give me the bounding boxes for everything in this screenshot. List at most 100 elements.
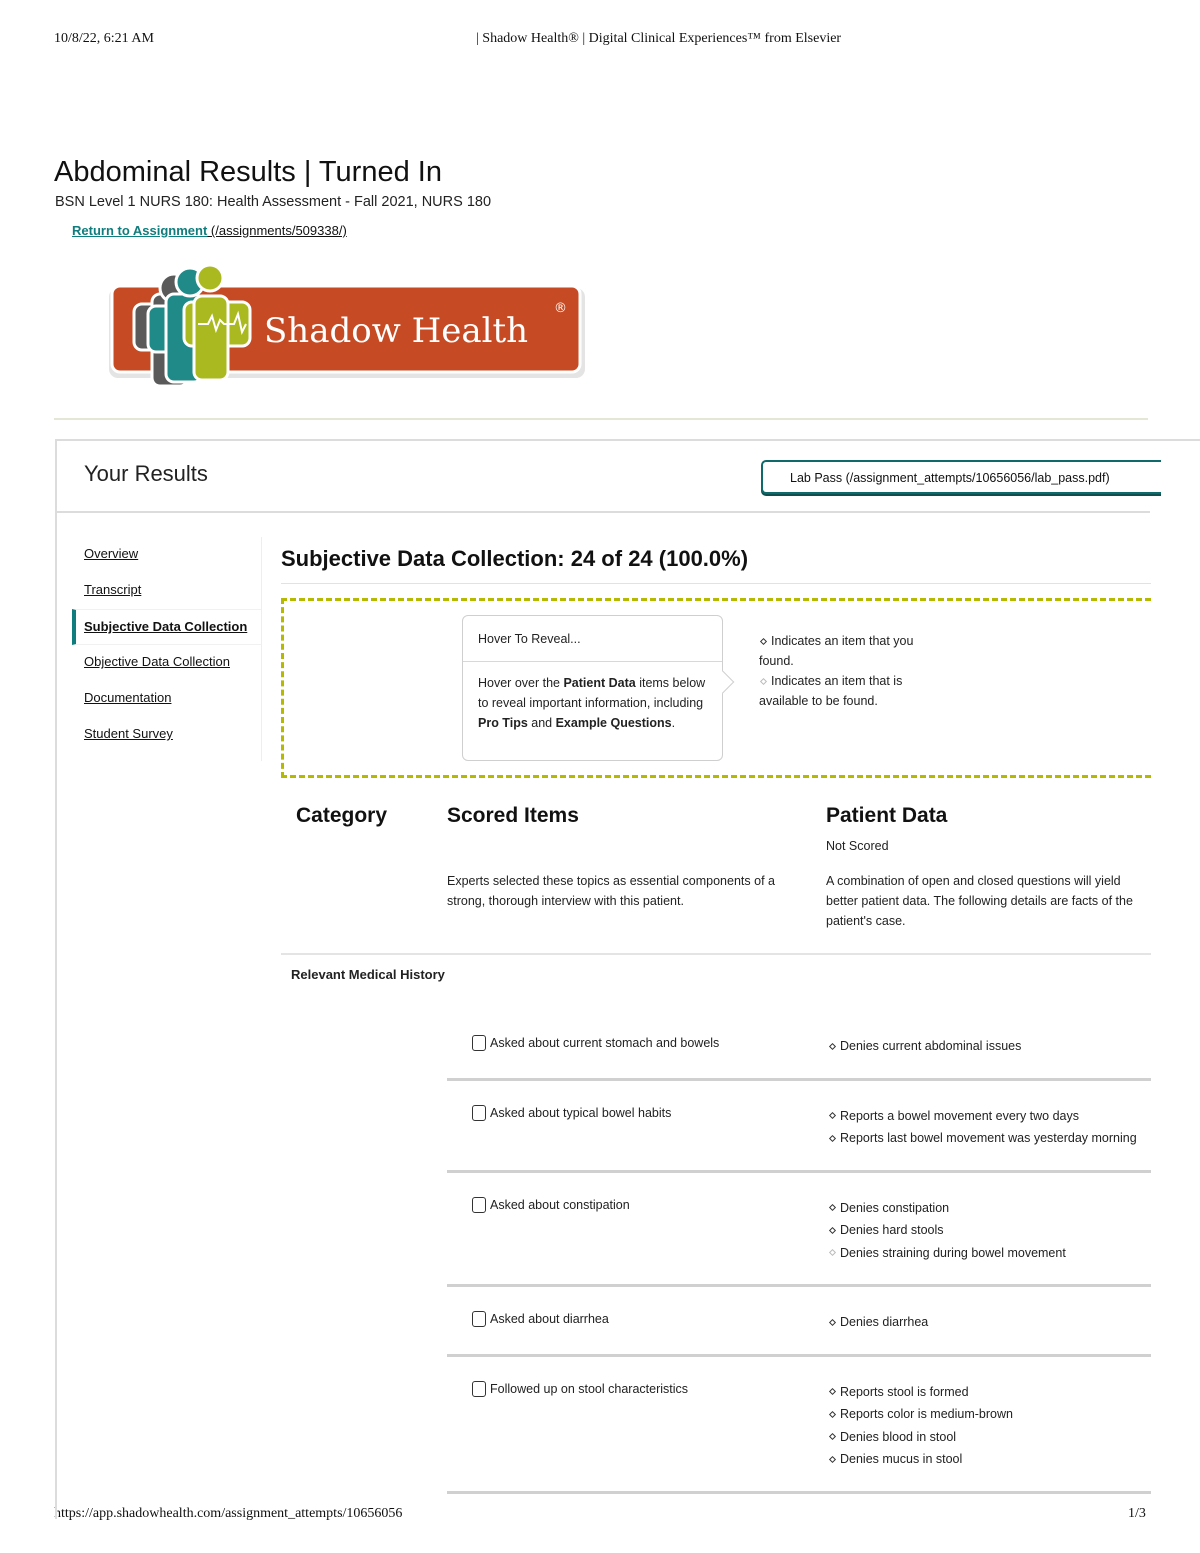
- checkbox-icon: [472, 1380, 486, 1397]
- patient-data-list: Denies diarrhea: [828, 1311, 1151, 1334]
- patient-data-item[interactable]: Denies hard stools: [828, 1219, 1151, 1242]
- patient-data-text: Reports color is medium-brown: [840, 1407, 1013, 1421]
- patient-data-text: Reports stool is formed: [840, 1384, 969, 1399]
- patient-data-item[interactable]: Denies blood in stool: [828, 1426, 1151, 1449]
- scored-item: Asked about diarrhea: [472, 1311, 609, 1327]
- patient-data-text: Reports last bowel movement was yesterda…: [840, 1131, 1137, 1145]
- scored-item-label: Asked about diarrhea: [490, 1312, 609, 1326]
- category-relevant-medical-history: Relevant Medical History: [291, 967, 445, 982]
- checkbox-icon: [472, 1196, 486, 1213]
- patient-data-list: Denies current abdominal issues: [828, 1035, 1151, 1058]
- logo-wordmark: Shadow Health: [264, 311, 528, 351]
- patient-data-item[interactable]: Reports color is medium-brown: [828, 1403, 1151, 1426]
- column-header-patient-data: Patient Data: [826, 804, 948, 827]
- legend-box: Hover To Reveal... Hover over the Patien…: [281, 598, 1151, 778]
- nav-item-student-survey[interactable]: Student Survey: [72, 717, 261, 753]
- patient-data-text: Denies diarrhea: [840, 1315, 929, 1329]
- patient-desc-line: better patient data. The following detai…: [826, 894, 1133, 908]
- patient-data-text: Denies straining during bowel movement: [840, 1245, 1066, 1260]
- table-row: Asked about current stomach and bowels De…: [447, 1021, 1151, 1081]
- results-header: Your Results Lab Pass (/assignment_attem…: [57, 441, 1161, 513]
- found-diamond-icon: [828, 1226, 837, 1234]
- found-diamond-icon: [828, 1388, 837, 1396]
- found-diamond-icon: [828, 1112, 837, 1120]
- lab-pass-button[interactable]: Lab Pass (/assignment_attempts/10656056/…: [761, 460, 1161, 494]
- scored-item: Followed up on stool characteristics: [472, 1380, 689, 1397]
- table-row: Followed up on stool characteristics Repo…: [447, 1357, 1151, 1494]
- patient-data-list: Reports stool is formed Reports color is …: [828, 1381, 1151, 1471]
- nav-item-overview[interactable]: Overview: [72, 537, 261, 573]
- found-diamond-icon: [759, 637, 768, 645]
- hover-body-bold: Example Questions: [555, 716, 672, 730]
- results-panel: Your Results Lab Pass (/assignment_attem…: [55, 439, 1200, 1519]
- table-row: Asked about constipation Denies constipat…: [447, 1173, 1151, 1287]
- table-header-divider: [281, 953, 1151, 955]
- hover-body-bold: Pro Tips: [478, 716, 528, 730]
- hover-body-text: .: [671, 716, 676, 730]
- patient-data-text: Denies blood in stool: [840, 1429, 957, 1444]
- found-diamond-icon: [828, 1455, 837, 1463]
- patient-data-text: Denies mucus in stool: [840, 1452, 963, 1466]
- scored-item: Asked about typical bowel habits: [472, 1104, 671, 1121]
- available-diamond-icon: [759, 677, 768, 685]
- patient-data-item[interactable]: Denies mucus in stool: [828, 1448, 1151, 1471]
- shadow-health-logo: Shadow Health ®: [109, 264, 585, 388]
- column-header-scored-items: Scored Items: [447, 804, 579, 827]
- patient-data-item[interactable]: Reports stool is formed: [828, 1381, 1151, 1404]
- patient-data-item[interactable]: Denies constipation: [828, 1197, 1151, 1220]
- results-sidenav: Overview Transcript Subjective Data Coll…: [72, 537, 262, 761]
- logo-registered-mark: ®: [554, 301, 567, 316]
- header-divider: [54, 418, 1148, 420]
- hover-body-text: Hover over the: [478, 676, 564, 690]
- hover-to-reveal-card: Hover To Reveal... Hover over the Patien…: [462, 615, 735, 761]
- found-diamond-icon: [828, 1204, 837, 1212]
- legend-key: Indicates an item that you found. Indica…: [759, 631, 949, 711]
- column-header-category: Category: [296, 804, 388, 827]
- return-to-assignment[interactable]: Return to Assignment (/assignments/50933…: [72, 223, 347, 238]
- scored-items-list: Asked about current stomach and bowels De…: [447, 1021, 1151, 1494]
- found-diamond-icon: [828, 1318, 837, 1326]
- patient-data-list: Denies constipation Denies hard stools Den…: [828, 1197, 1151, 1265]
- scored-item-label: Followed up on stool characteristics: [490, 1381, 689, 1396]
- patient-data-text: Reports a bowel movement every two days: [840, 1108, 1079, 1123]
- patient-desc-line: patient's case.: [826, 914, 906, 928]
- course-subtitle: BSN Level 1 NURS 180: Health Assessment …: [55, 194, 492, 210]
- patient-data-text: Denies hard stools: [840, 1223, 944, 1237]
- scored-item-label: Asked about constipation: [490, 1197, 630, 1212]
- patient-data-item[interactable]: Denies straining during bowel movement: [828, 1242, 1151, 1265]
- legend-available-text: Indicates an item that is available to b…: [759, 674, 903, 708]
- patient-data-list: Reports a bowel movement every two days R…: [828, 1105, 1151, 1150]
- checkbox-icon: [472, 1311, 486, 1327]
- legend-found: Indicates an item that you found.: [759, 631, 949, 671]
- results-title: Your Results: [84, 461, 208, 486]
- legend-found-text: Indicates an item that you found.: [759, 634, 914, 668]
- available-diamond-icon: [828, 1249, 837, 1257]
- nav-item-subjective-data-collection[interactable]: Subjective Data Collection: [72, 609, 261, 645]
- print-date: 10/8/22, 6:21 AM: [54, 31, 154, 46]
- legend-available: Indicates an item that is available to b…: [759, 671, 949, 711]
- found-diamond-icon: [828, 1042, 837, 1050]
- patient-desc-line: A combination of open and closed questio…: [826, 874, 1121, 888]
- table-row: Asked about diarrhea Denies diarrhea: [447, 1287, 1151, 1357]
- not-scored-label: Not Scored: [826, 839, 889, 853]
- patient-data-description: A combination of open and closed questio…: [826, 871, 1151, 931]
- found-diamond-icon: [828, 1433, 837, 1441]
- checkbox-icon: [472, 1035, 486, 1051]
- scored-items-description: Experts selected these topics as essenti…: [447, 874, 775, 908]
- nav-item-transcript[interactable]: Transcript: [72, 573, 261, 609]
- patient-data-item[interactable]: Denies diarrhea: [828, 1311, 1151, 1334]
- patient-data-item[interactable]: Reports a bowel movement every two days: [828, 1105, 1151, 1128]
- patient-data-text: Denies constipation: [840, 1200, 950, 1215]
- nav-item-documentation[interactable]: Documentation: [72, 681, 261, 717]
- found-diamond-icon: [828, 1134, 837, 1142]
- return-link-label[interactable]: Return to Assignment: [72, 223, 207, 238]
- scored-item: Asked about constipation: [472, 1196, 630, 1213]
- patient-data-item[interactable]: Reports last bowel movement was yesterda…: [828, 1127, 1151, 1150]
- patient-data-item[interactable]: Denies current abdominal issues: [828, 1035, 1151, 1058]
- hover-body-bold: Patient Data: [563, 676, 636, 690]
- scored-item: Asked about current stomach and bowels: [472, 1035, 719, 1051]
- nav-item-objective-data-collection[interactable]: Objective Data Collection: [72, 645, 261, 681]
- return-link-href: (/assignments/509338/): [207, 223, 347, 238]
- patient-data-text: Denies current abdominal issues: [840, 1039, 1022, 1053]
- table-row: Asked about typical bowel habits Reports …: [447, 1081, 1151, 1173]
